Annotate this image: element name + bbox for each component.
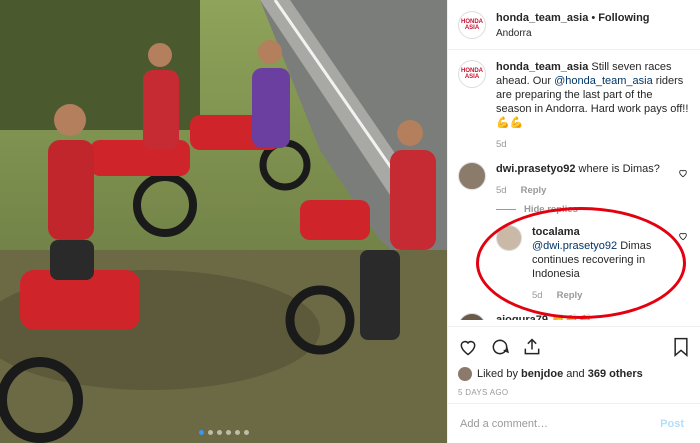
comment-text: 👏👏👏 (551, 314, 593, 320)
post-comment-button[interactable]: Post (654, 417, 690, 431)
motocross-riders-image (0, 0, 447, 443)
account-avatar[interactable]: HONDA ASIA (458, 10, 486, 39)
hide-replies-label: Hide replies (524, 204, 578, 215)
liker-username[interactable]: benjdoe (521, 368, 563, 380)
caption-time[interactable]: 5d (496, 138, 507, 152)
comment-username[interactable]: dwi.prasetyo92 (496, 163, 575, 175)
reply-time[interactable]: 5d (532, 289, 543, 303)
reply-username[interactable]: tocalama (532, 226, 580, 238)
comment-username[interactable]: aiogura79 (496, 314, 548, 320)
post-timestamp[interactable]: 5 DAYS AGO (458, 388, 690, 397)
share-icon[interactable] (522, 337, 542, 357)
reply-avatar[interactable] (496, 225, 522, 251)
caption-avatar[interactable]: HONDA ASIA (458, 60, 486, 88)
carousel-dot (243, 430, 249, 435)
carousel-dot (234, 430, 240, 435)
reply-reply-button[interactable]: Reply (557, 289, 583, 303)
header-username[interactable]: honda_team_asia (496, 12, 588, 24)
caption-mention[interactable]: @honda_team_asia (554, 75, 653, 87)
instagram-post: HONDA ASIA honda_team_asia • Following Ando… (0, 0, 700, 443)
comment-item: aiogura79 👏👏👏 (458, 313, 690, 320)
liker-avatar[interactable] (458, 367, 472, 381)
reply-mention[interactable]: @dwi.prasetyo92 (532, 240, 617, 252)
commenter-avatar[interactable] (458, 162, 486, 190)
bookmark-icon[interactable] (672, 337, 690, 357)
likes-connector: and (566, 368, 585, 380)
like-heart-icon[interactable] (458, 337, 478, 357)
carousel-dot (225, 430, 231, 435)
comment-bubble-icon[interactable] (490, 337, 510, 357)
carousel-dot (216, 430, 222, 435)
header-separator: • (591, 11, 596, 24)
caption-username[interactable]: honda_team_asia (496, 61, 588, 73)
caption: HONDA ASIA honda_team_asia Still seven ra… (458, 60, 690, 152)
reply-item: tocalama @dwi.prasetyo92 Dimas continues… (496, 225, 690, 303)
post-side-panel: HONDA ASIA honda_team_asia • Following Ando… (447, 0, 700, 443)
hide-replies-line (496, 209, 516, 210)
hide-replies-button[interactable]: Hide replies (496, 204, 690, 215)
reply-button[interactable]: Reply (521, 184, 547, 198)
likes-others[interactable]: 369 others (588, 368, 643, 380)
comments-list[interactable]: HONDA ASIA honda_team_asia Still seven ra… (448, 50, 700, 320)
carousel-dots (0, 430, 447, 435)
add-comment-bar: Post (448, 403, 700, 443)
post-photo[interactable] (0, 0, 447, 443)
carousel-dot (207, 430, 213, 435)
like-comment-heart-icon[interactable] (678, 168, 688, 178)
post-actions: Liked by benjdoe and 369 others 5 DAYS A… (448, 326, 700, 397)
honda-logo-icon: HONDA ASIA (461, 18, 483, 31)
comment-time[interactable]: 5d (496, 184, 507, 198)
likes-summary: Liked by benjdoe and 369 others (458, 367, 690, 381)
comment-text: where is Dimas? (578, 163, 660, 175)
following-button[interactable]: Following (598, 12, 649, 24)
comment-item: dwi.prasetyo92 where is Dimas? 5d Reply (458, 162, 690, 198)
honda-logo-icon: HONDA ASIA (461, 68, 483, 80)
like-reply-heart-icon[interactable] (678, 231, 688, 241)
commenter-avatar[interactable] (458, 313, 486, 320)
post-header: HONDA ASIA honda_team_asia • Following Ando… (448, 0, 700, 50)
likes-prefix: Liked by (477, 368, 518, 380)
comment-input[interactable] (458, 416, 655, 431)
carousel-dot-active (198, 430, 204, 435)
location-link[interactable]: Andorra (496, 26, 650, 41)
